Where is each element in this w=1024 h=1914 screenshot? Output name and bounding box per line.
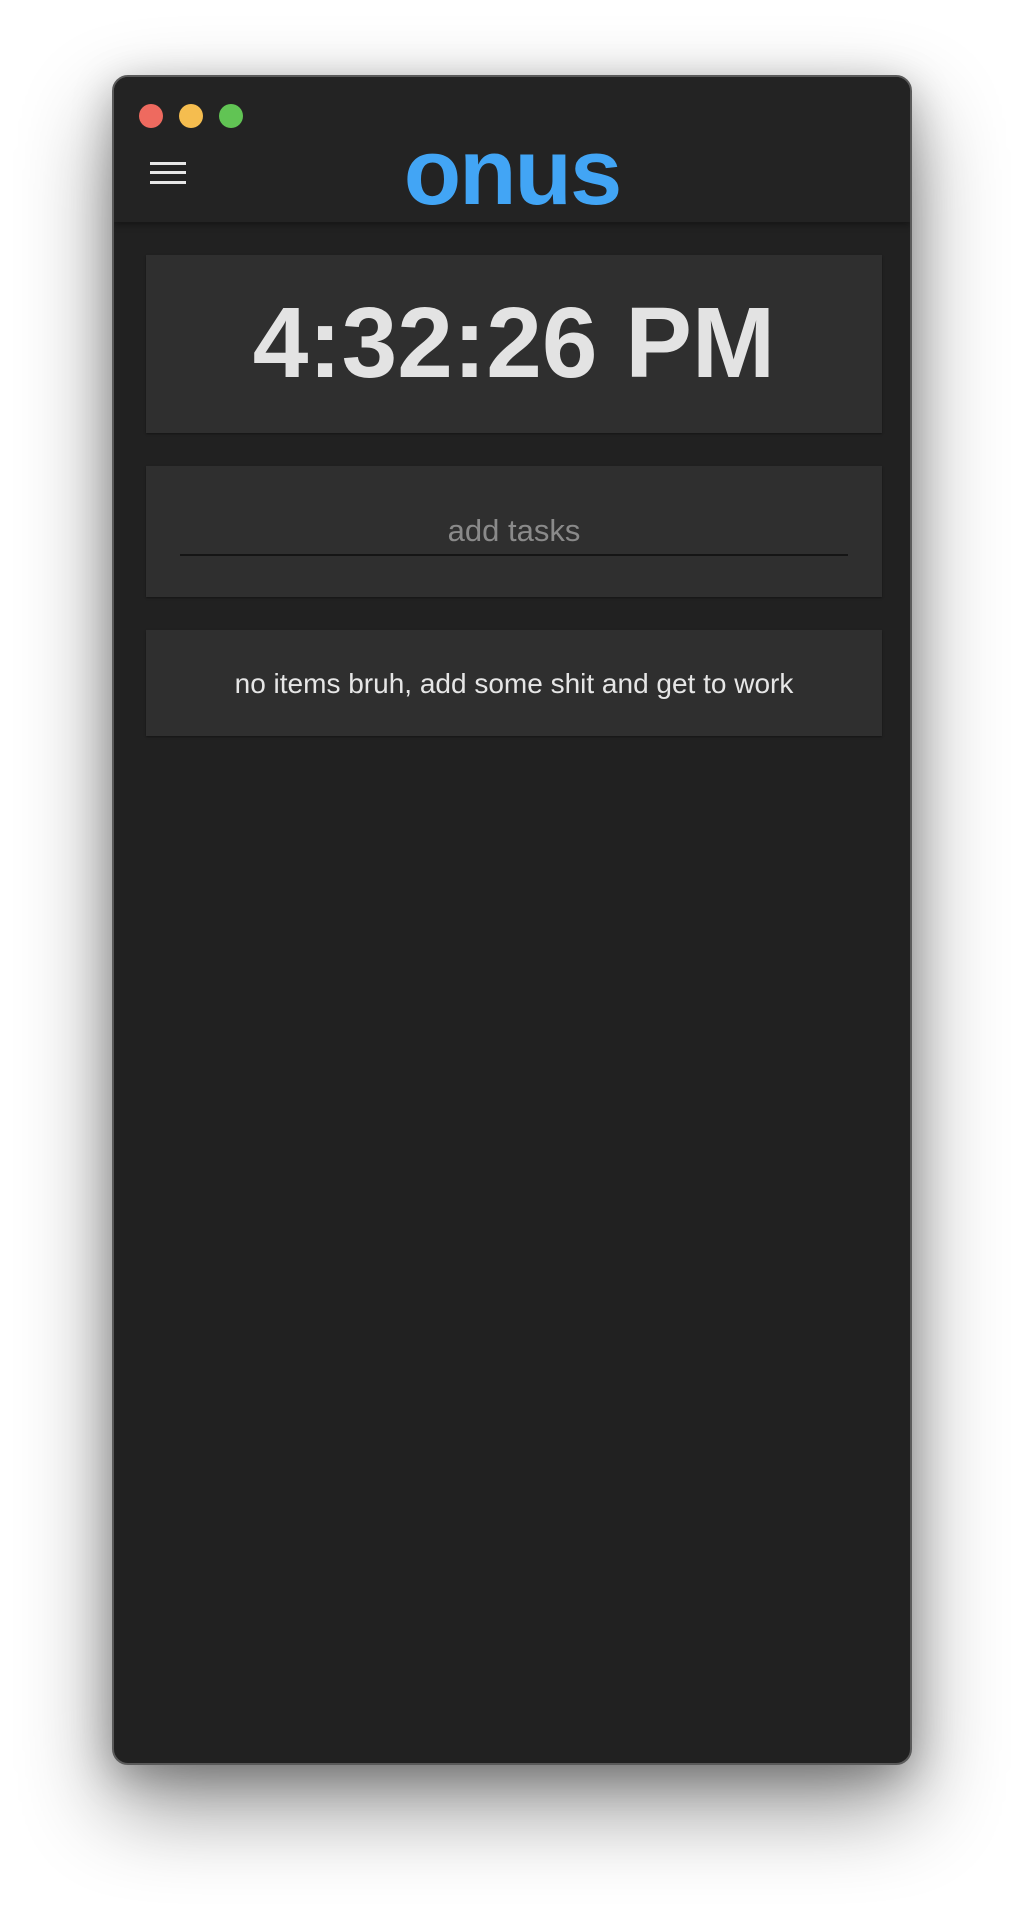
clock-time: 4:32:26 PM [252, 287, 776, 399]
empty-state-message: no items bruh, add some shit and get to … [234, 668, 794, 699]
app-window: onus 4:32:26 PM no items bruh, add some … [112, 75, 912, 1765]
title-bar: onus [114, 77, 910, 222]
task-list: no items bruh, add some shit and get to … [146, 630, 882, 736]
app-title: onus [403, 119, 623, 224]
add-task-input[interactable] [180, 508, 848, 556]
clock-card: 4:32:26 PM [146, 255, 882, 433]
add-task-card [146, 466, 882, 597]
